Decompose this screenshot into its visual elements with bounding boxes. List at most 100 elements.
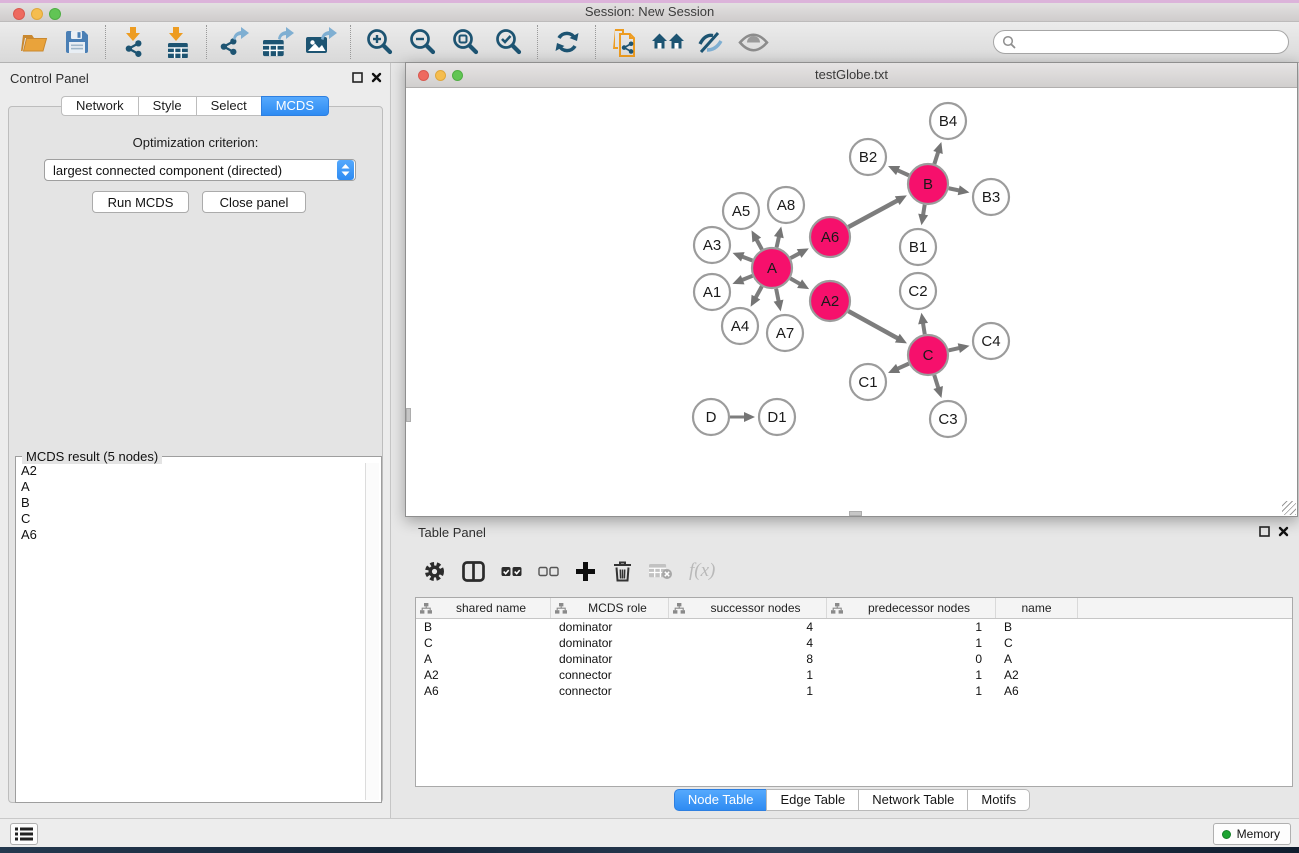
search-field[interactable] <box>993 30 1289 54</box>
cell-shared-name: C <box>416 636 551 650</box>
cell-predecessor-nodes: 1 <box>827 668 996 682</box>
close-panel-button[interactable]: Close panel <box>202 191 306 213</box>
home-views-button[interactable] <box>646 23 689 61</box>
float-panel-icon[interactable] <box>352 72 363 83</box>
result-list-scrollbar[interactable] <box>365 463 379 800</box>
edge-A-A7[interactable] <box>776 289 779 303</box>
memory-button[interactable]: Memory <box>1213 823 1291 845</box>
column-type-icon <box>831 603 843 614</box>
run-mcds-button[interactable]: Run MCDS <box>92 191 189 213</box>
tab-network-table[interactable]: Network Table <box>858 789 967 811</box>
close-table-panel-icon[interactable] <box>1278 526 1289 537</box>
node-label-A7: A7 <box>776 325 794 342</box>
zoom-fit-icon <box>450 27 481 58</box>
node-label-B3: B3 <box>982 189 1000 206</box>
criterion-dropdown[interactable]: largest connected component (directed) <box>44 159 356 181</box>
checked-boxes-button[interactable] <box>501 564 522 579</box>
tab-motifs[interactable]: Motifs <box>967 789 1030 811</box>
edge-A-A4[interactable] <box>755 286 762 298</box>
cell-name: B <box>996 620 1078 634</box>
hide-graphics-details-button[interactable] <box>689 23 732 61</box>
zoom-in-button[interactable] <box>358 23 401 61</box>
columns-button[interactable] <box>462 561 485 582</box>
tab-select[interactable]: Select <box>196 96 261 116</box>
unchecked-boxes-button[interactable] <box>538 564 559 579</box>
tab-edge-table[interactable]: Edge Table <box>766 789 858 811</box>
search-input[interactable] <box>1016 32 1288 52</box>
open-folder-button[interactable] <box>12 23 55 61</box>
node-label-C1: C1 <box>858 374 877 391</box>
table-header-row: shared nameMCDS rolesuccessor nodesprede… <box>416 598 1292 619</box>
tab-mcds[interactable]: MCDS <box>261 96 329 116</box>
mcds-result-item[interactable]: A <box>18 479 365 495</box>
export-table-button[interactable] <box>257 23 300 61</box>
column-header-predecessor-nodes[interactable]: predecessor nodes <box>827 598 996 618</box>
save-button[interactable] <box>55 23 98 61</box>
network-close-traffic-light[interactable] <box>418 70 429 81</box>
zoom-traffic-light[interactable] <box>49 8 61 20</box>
minimize-traffic-light[interactable] <box>31 8 43 20</box>
mcds-result-item[interactable]: A2 <box>18 463 365 479</box>
delete-button[interactable] <box>612 560 633 582</box>
mcds-result-item[interactable]: C <box>18 511 365 527</box>
export-image-icon <box>305 27 339 57</box>
network-zoom-traffic-light[interactable] <box>452 70 463 81</box>
network-graph[interactable]: AA1A2A3A4A5A6A7A8BB1B2B3B4CC1C2C3C4DD1 <box>406 88 1297 516</box>
network-minimize-traffic-light[interactable] <box>435 70 446 81</box>
tab-network[interactable]: Network <box>61 96 138 116</box>
node-table[interactable]: shared nameMCDS rolesuccessor nodesprede… <box>415 597 1293 787</box>
table-row[interactable]: Cdominator41C <box>416 635 1292 651</box>
table-row[interactable]: Adominator80A <box>416 651 1292 667</box>
node-label-A4: A4 <box>731 318 749 335</box>
network-canvas[interactable]: AA1A2A3A4A5A6A7A8BB1B2B3B4CC1C2C3C4DD1 <box>406 88 1297 516</box>
memory-status-icon <box>1222 830 1231 839</box>
mcds-result-item[interactable]: A6 <box>18 527 365 543</box>
tab-node-table[interactable]: Node Table <box>674 789 767 811</box>
edge-B-B2[interactable] <box>896 170 909 176</box>
export-network-icon <box>220 27 252 57</box>
close-panel-icon[interactable] <box>371 72 382 83</box>
edge-A2-C[interactable] <box>848 311 899 339</box>
window-resize-grip[interactable] <box>1282 501 1296 515</box>
vertical-scrollbar-thumb[interactable] <box>406 408 411 422</box>
refresh-button[interactable] <box>545 23 588 61</box>
mcds-result-list[interactable]: A2ABCA6 <box>18 463 365 800</box>
edge-B-B4[interactable] <box>934 151 938 164</box>
export-image-button[interactable] <box>300 23 343 61</box>
show-graphics-details-button[interactable] <box>732 23 775 61</box>
cell-predecessor-nodes: 0 <box>827 652 996 666</box>
clone-network-button[interactable] <box>603 23 646 61</box>
import-network-button[interactable] <box>113 23 156 61</box>
horizontal-scrollbar-thumb[interactable] <box>849 511 862 516</box>
zoom-out-button[interactable] <box>401 23 444 61</box>
add-button[interactable] <box>575 561 596 582</box>
edge-C-C3[interactable] <box>934 375 938 389</box>
tab-style[interactable]: Style <box>138 96 196 116</box>
zoom-fit-button[interactable] <box>444 23 487 61</box>
mcds-result-item[interactable]: B <box>18 495 365 511</box>
mcds-result-box: MCDS result (5 nodes) A2ABCA6 <box>15 456 382 803</box>
app-titlebar[interactable]: Session: New Session <box>0 3 1299 22</box>
zoom-selected-button[interactable] <box>487 23 530 61</box>
edge-A6-B[interactable] <box>848 200 899 227</box>
export-network-button[interactable] <box>214 23 257 61</box>
network-window-titlebar[interactable]: testGlobe.txt <box>406 63 1297 88</box>
float-table-panel-icon[interactable] <box>1259 526 1270 537</box>
column-header-shared-name[interactable]: shared name <box>416 598 551 618</box>
import-table-button[interactable] <box>156 23 199 61</box>
close-traffic-light[interactable] <box>13 8 25 20</box>
table-row[interactable]: A2connector11A2 <box>416 667 1292 683</box>
column-header-MCDS-role[interactable]: MCDS role <box>551 598 669 618</box>
column-header-name[interactable]: name <box>996 598 1078 618</box>
cell-successor-nodes: 4 <box>669 636 827 650</box>
gear-button[interactable] <box>423 560 446 583</box>
optimization-criterion-label: Optimization criterion: <box>9 135 382 150</box>
cell-MCDS-role: connector <box>551 668 669 682</box>
column-header-successor-nodes[interactable]: successor nodes <box>669 598 827 618</box>
table-toolbar: f(x) <box>423 548 715 594</box>
task-history-button[interactable] <box>10 823 38 845</box>
table-row[interactable]: A6connector11A6 <box>416 683 1292 699</box>
cell-name: A2 <box>996 668 1078 682</box>
table-row[interactable]: Bdominator41B <box>416 619 1292 635</box>
edge-C-C1[interactable] <box>896 364 909 370</box>
